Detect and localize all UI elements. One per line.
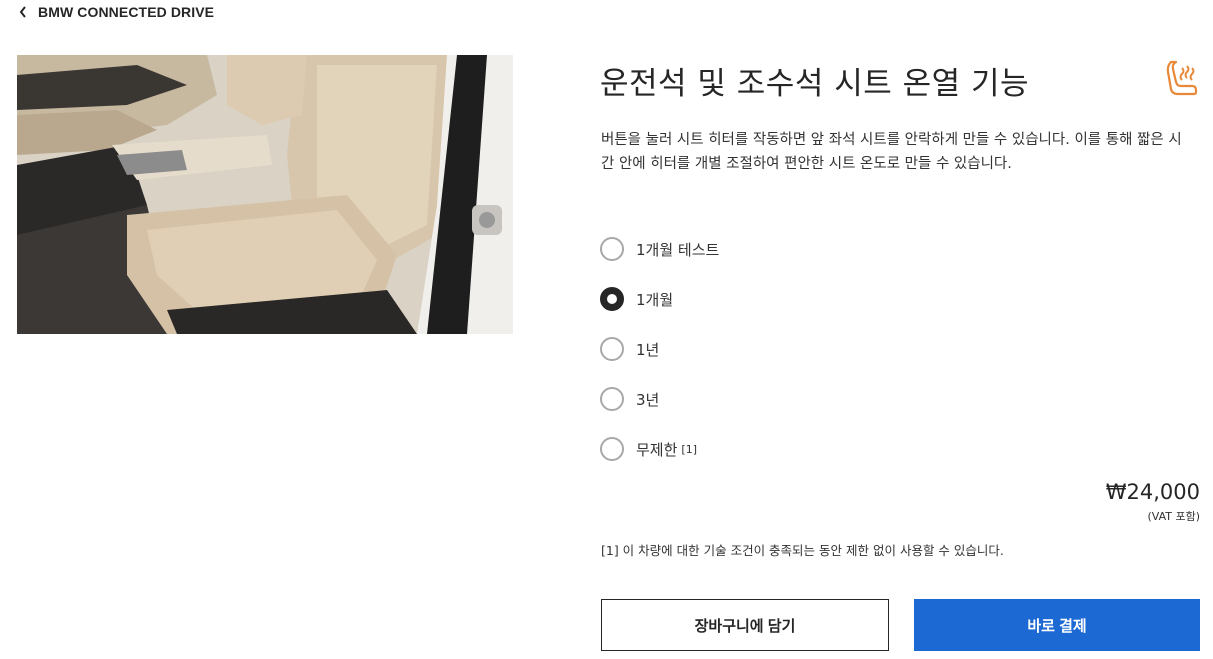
radio-button[interactable] bbox=[600, 437, 624, 461]
radio-button-selected[interactable] bbox=[600, 287, 624, 311]
seat-heating-icon bbox=[1164, 58, 1200, 98]
back-link-label: BMW CONNECTED DRIVE bbox=[38, 4, 215, 20]
car-seat-illustration bbox=[17, 55, 513, 334]
option-3-years[interactable]: 3년 bbox=[600, 374, 719, 424]
buy-now-button[interactable]: 바로 결제 bbox=[914, 599, 1200, 651]
footnote: [1] 이 차량에 대한 기술 조건이 충족되는 동안 제한 없이 사용할 수 … bbox=[601, 543, 1004, 558]
radio-button[interactable] bbox=[600, 337, 624, 361]
footnote-marker: [1] bbox=[681, 442, 697, 456]
add-to-cart-button[interactable]: 장바구니에 담기 bbox=[601, 599, 889, 651]
option-1-month-test[interactable]: 1개월 테스트 bbox=[600, 224, 719, 274]
option-label: 1년 bbox=[636, 340, 660, 359]
option-1-month[interactable]: 1개월 bbox=[600, 274, 719, 324]
back-link[interactable]: BMW CONNECTED DRIVE bbox=[18, 3, 214, 21]
duration-options: 1개월 테스트 1개월 1년 3년 무제한 [1] bbox=[600, 224, 719, 474]
option-unlimited[interactable]: 무제한 [1] bbox=[600, 424, 719, 474]
vat-note: (VAT 포함) bbox=[1147, 510, 1200, 523]
radio-button[interactable] bbox=[600, 237, 624, 261]
option-label: 3년 bbox=[636, 390, 660, 409]
price-amount: ₩24,000 bbox=[1105, 480, 1200, 504]
option-label: 1개월 bbox=[636, 290, 674, 309]
option-label: 1개월 테스트 bbox=[636, 240, 720, 259]
product-description: 버튼을 눌러 시트 히터를 작동하면 앞 좌석 시트를 안락하게 만들 수 있습… bbox=[601, 132, 1182, 172]
option-1-year[interactable]: 1년 bbox=[600, 324, 719, 374]
radio-button[interactable] bbox=[600, 387, 624, 411]
chevron-left-icon bbox=[18, 3, 28, 21]
option-label: 무제한 bbox=[636, 440, 678, 459]
product-image bbox=[17, 55, 513, 334]
product-title: 운전석 및 조수석 시트 온열 기능 bbox=[600, 66, 1030, 102]
